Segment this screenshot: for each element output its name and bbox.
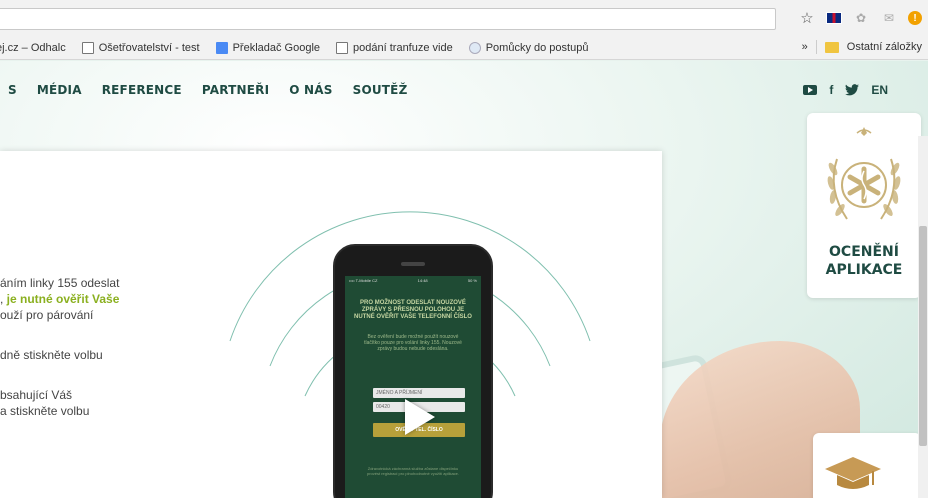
graduation-cap-icon <box>825 457 881 489</box>
page-icon <box>81 41 94 54</box>
mail-extension-icon[interactable]: ✉ <box>880 9 898 27</box>
bookmark-label: podání tranfuze vide <box>353 41 453 54</box>
bookmark-label: Pomůcky do postupů <box>485 41 589 54</box>
bookmarks-overflow-button[interactable]: » <box>802 41 808 53</box>
browser-toolbar-icons: ☆ ✿ ✉ ! <box>798 9 922 27</box>
social-links: f EN <box>803 83 888 97</box>
instruction-line: bsahující Váš <box>0 388 73 402</box>
screen-footer: Zdravotnická záchranná služba zůstane di… <box>366 466 460 476</box>
bookmark-item[interactable]: podání tranfuze vide <box>336 41 453 54</box>
bookmark-item[interactable]: Překladač Google <box>215 41 321 54</box>
name-input: JMÉNO A PŘÍJMENÍ <box>373 388 465 398</box>
instruction-line: áním linky 155 odeslat <box>0 276 120 290</box>
instruction-highlight: je nutné ověřit Vaše <box>6 292 120 306</box>
award-card[interactable]: OCENĚNÍ APLIKACE <box>807 113 921 298</box>
bookmark-item[interactable]: Ošetřovatelství - test <box>81 41 200 54</box>
divider <box>815 40 817 54</box>
nav-item-reference[interactable]: REFERENCE <box>102 83 182 97</box>
language-switch[interactable]: EN <box>871 83 888 97</box>
time-label: 14:48 <box>417 278 428 283</box>
battery-label: 50 % <box>467 278 477 283</box>
google-translate-icon <box>215 41 228 54</box>
page-icon <box>336 41 349 54</box>
folder-icon <box>824 41 839 53</box>
phone-speaker <box>401 262 425 266</box>
instruction-line: dně stiskněte volbu <box>0 348 103 362</box>
bookmark-label: Překladač Google <box>232 41 321 54</box>
instructions-text: áním linky 155 odeslat , je nutné ověřit… <box>0 275 119 419</box>
extension-icon[interactable]: ✿ <box>852 9 870 27</box>
bookmarks-bar-right: » Ostatní záložky <box>802 40 922 54</box>
play-icon[interactable] <box>405 399 435 435</box>
uk-flag-extension-icon[interactable] <box>826 12 842 24</box>
bookmark-item[interactable]: ej.cz – Odhalc <box>0 42 66 54</box>
laurel-award-icon <box>827 127 901 220</box>
instruction-line: , je nutné ověřit Vaše <box>0 291 119 307</box>
alert-extension-icon[interactable]: ! <box>908 11 922 25</box>
scrollbar[interactable] <box>918 136 928 498</box>
bookmark-item[interactable]: Pomůcky do postupů <box>468 41 589 54</box>
nav-item-media[interactable]: MÉDIA <box>37 83 82 97</box>
address-bar[interactable] <box>0 8 776 30</box>
phone-screen: •••• T-Mobile CZ 14:48 50 % PRO MOŽNOST … <box>345 276 481 498</box>
instruction-line: a stiskněte volbu <box>0 404 90 418</box>
bookmark-label: Ošetřovatelství - test <box>98 41 200 54</box>
browser-toolbar: ☆ ✿ ✉ ! <box>0 0 928 36</box>
facebook-icon[interactable]: f <box>829 83 833 97</box>
nav-item-partial[interactable]: S <box>8 83 17 97</box>
bookmarks-bar: ej.cz – Odhalc Ošetřovatelství - test Př… <box>0 36 928 60</box>
globe-icon <box>468 41 481 54</box>
award-label: OCENĚNÍ APLIKACE <box>807 243 921 279</box>
scrollbar-thumb[interactable] <box>919 226 927 446</box>
nav-links: S MÉDIA REFERENCE PARTNEŘI O NÁS SOUTĚŽ <box>8 83 407 97</box>
youtube-icon[interactable] <box>803 85 818 95</box>
other-bookmarks-button[interactable]: Ostatní záložky <box>847 41 922 53</box>
bookmark-star-icon[interactable]: ☆ <box>798 9 816 27</box>
bookmark-label: ej.cz – Odhalc <box>0 41 66 54</box>
award-label-line: OCENĚNÍ <box>829 244 899 260</box>
twitter-icon[interactable] <box>845 84 860 96</box>
nav-item-partners[interactable]: PARTNEŘI <box>202 83 269 97</box>
screen-subtitle: Bez ověření bude možné použít nouzové tl… <box>364 334 462 352</box>
instruction-line: ouží pro párování <box>0 308 94 322</box>
instruction-fragment: , <box>0 292 7 306</box>
education-card[interactable] <box>813 433 921 498</box>
nav-item-about[interactable]: O NÁS <box>289 83 332 97</box>
site-navigation: S MÉDIA REFERENCE PARTNEŘI O NÁS SOUTĚŽ … <box>0 61 928 123</box>
web-page: S MÉDIA REFERENCE PARTNEŘI O NÁS SOUTĚŽ … <box>0 61 928 498</box>
video-modal: áním linky 155 odeslat , je nutné ověřit… <box>0 151 662 498</box>
screen-title: PRO MOŽNOST ODESLAT NOUZOVÉ ZPRÁVY S PŘE… <box>354 300 472 320</box>
phone-mockup: •••• T-Mobile CZ 14:48 50 % PRO MOŽNOST … <box>333 244 493 498</box>
phone-status-bar: •••• T-Mobile CZ 14:48 50 % <box>349 278 477 283</box>
nav-item-contest[interactable]: SOUTĚŽ <box>353 83 408 97</box>
award-label-line: APLIKACE <box>825 262 903 278</box>
carrier-label: •••• T-Mobile CZ <box>349 278 378 283</box>
